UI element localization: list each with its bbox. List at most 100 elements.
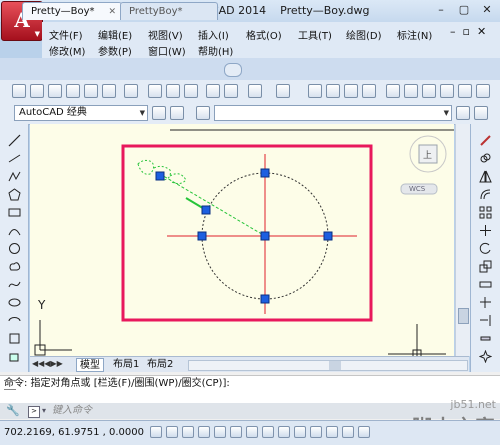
scale-icon[interactable]	[479, 260, 492, 273]
ortho-mode-icon[interactable]	[198, 426, 210, 438]
block-editor-icon[interactable]	[224, 84, 238, 98]
maximize-button[interactable]: ▢	[453, 2, 475, 18]
doc-close-icon[interactable]: ✕	[477, 25, 486, 38]
undo-icon[interactable]	[248, 84, 262, 98]
revision-cloud-icon[interactable]	[8, 260, 21, 273]
tool-palettes-icon[interactable]	[422, 84, 436, 98]
object-snap-icon[interactable]	[230, 426, 242, 438]
drawing-canvas[interactable]: 上 WCS Y	[30, 124, 454, 356]
menu-window[interactable]: 窗口(W)	[148, 43, 186, 58]
workspace-settings-icon[interactable]	[152, 106, 166, 120]
pan-icon[interactable]	[308, 84, 322, 98]
rotate-icon[interactable]	[479, 242, 492, 255]
break-icon[interactable]	[479, 332, 492, 345]
properties-icon[interactable]	[386, 84, 400, 98]
snap-mode-icon[interactable]	[166, 426, 178, 438]
paste-icon[interactable]	[184, 84, 198, 98]
make-block-icon[interactable]	[8, 350, 21, 363]
selected-leader-line[interactable]	[159, 173, 266, 237]
erase-icon[interactable]	[479, 134, 492, 147]
command-grip-icon[interactable]	[4, 380, 16, 390]
mirror-icon[interactable]	[479, 170, 492, 183]
copy-icon[interactable]	[166, 84, 180, 98]
ellipse-arc-icon[interactable]	[8, 314, 21, 327]
cut-icon[interactable]	[148, 84, 162, 98]
lineweight-icon[interactable]	[310, 426, 322, 438]
quickcalc-icon[interactable]	[476, 84, 490, 98]
workspace-select[interactable]: AutoCAD 经典 ▼	[14, 105, 148, 121]
transparency-icon[interactable]	[326, 426, 338, 438]
stretch-icon[interactable]	[479, 278, 492, 291]
menu-modify[interactable]: 修改(M)	[49, 43, 85, 58]
new-file-icon[interactable]	[12, 84, 26, 98]
infer-constraints-icon[interactable]	[150, 426, 162, 438]
customize-icon[interactable]	[170, 106, 184, 120]
tab-model[interactable]: 模型	[76, 358, 104, 372]
scroll-thumb[interactable]	[458, 308, 469, 324]
open-file-icon[interactable]	[30, 84, 44, 98]
menu-insert[interactable]: 插入(I)	[198, 27, 229, 42]
insert-block-icon[interactable]	[8, 332, 21, 345]
command-prompt-icon[interactable]: >	[28, 406, 40, 418]
array-icon[interactable]	[479, 206, 492, 219]
construction-line-icon[interactable]	[8, 152, 21, 165]
close-tab-icon[interactable]: ✕	[108, 3, 116, 21]
object-snap-tracking-icon[interactable]	[262, 426, 274, 438]
menu-file[interactable]: 文件(F)	[49, 27, 83, 42]
plot-preview-icon[interactable]	[84, 84, 98, 98]
3d-object-snap-icon[interactable]	[246, 426, 258, 438]
save-icon[interactable]	[48, 84, 62, 98]
polyline-icon[interactable]	[8, 170, 21, 183]
sheet-set-icon[interactable]	[440, 84, 454, 98]
close-button[interactable]: ✕	[476, 2, 498, 18]
doc-restore-icon[interactable]: ▫	[463, 25, 470, 38]
dynamic-input-icon[interactable]	[294, 426, 306, 438]
zoom-previous-icon[interactable]	[362, 84, 376, 98]
markup-icon[interactable]	[458, 84, 472, 98]
command-input[interactable]: 键入命令	[52, 403, 92, 419]
horizontal-scrollbar[interactable]	[188, 360, 468, 371]
grip-circle-left[interactable]	[197, 231, 207, 241]
vertical-scrollbar[interactable]	[455, 124, 470, 356]
grip-text-insert[interactable]	[155, 171, 165, 181]
print-icon[interactable]	[66, 84, 80, 98]
chevron-down-icon[interactable]: ▾	[42, 403, 46, 419]
move-icon[interactable]	[479, 224, 492, 237]
redo-icon[interactable]	[276, 84, 290, 98]
dynamic-ucs-icon[interactable]	[278, 426, 290, 438]
tab-layout2[interactable]: 布局2	[144, 358, 176, 372]
grip-circle-center[interactable]	[260, 231, 270, 241]
design-center-icon[interactable]	[404, 84, 418, 98]
tab-layout1[interactable]: 布局1	[110, 358, 142, 372]
tab-pretty-boy[interactable]: Pretty—Boy* ✕	[22, 2, 122, 20]
menu-help[interactable]: 帮助(H)	[198, 43, 233, 58]
grip-circle-top[interactable]	[260, 168, 270, 178]
spline-icon[interactable]	[8, 278, 21, 291]
quick-properties-icon[interactable]	[342, 426, 354, 438]
match-properties-icon[interactable]	[206, 84, 220, 98]
minimize-button[interactable]: –	[430, 2, 452, 18]
zoom-realtime-icon[interactable]	[326, 84, 340, 98]
h-scroll-thumb[interactable]	[329, 361, 341, 370]
3d-print-icon[interactable]	[124, 84, 138, 98]
make-current-layer-icon[interactable]	[456, 106, 470, 120]
menu-view[interactable]: 视图(V)	[148, 27, 183, 42]
layer-properties-icon[interactable]	[196, 106, 210, 120]
tab-prettyboy[interactable]: PrettyBoy*	[120, 2, 218, 20]
menu-dimension[interactable]: 标注(N)	[397, 27, 432, 42]
explode-icon[interactable]	[479, 350, 492, 363]
ellipse-icon[interactable]	[8, 296, 21, 309]
menu-draw[interactable]: 绘图(D)	[346, 27, 382, 42]
grid-display-icon[interactable]	[182, 426, 194, 438]
new-tab-button[interactable]	[224, 63, 242, 77]
trim-icon[interactable]	[479, 296, 492, 309]
publish-icon[interactable]	[102, 84, 116, 98]
doc-minimize-icon[interactable]: –	[450, 25, 456, 38]
rectangle-icon[interactable]	[8, 206, 21, 219]
selection-cycling-icon[interactable]	[358, 426, 370, 438]
grip-circle-right[interactable]	[323, 231, 333, 241]
menu-format[interactable]: 格式(O)	[246, 27, 282, 42]
offset-icon[interactable]	[479, 188, 492, 201]
wrench-icon[interactable]: 🔧	[6, 403, 20, 419]
copy-object-icon[interactable]	[479, 152, 492, 165]
